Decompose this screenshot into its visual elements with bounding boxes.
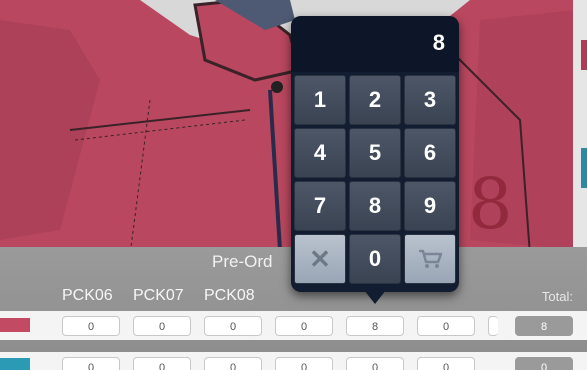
quantity-field[interactable]: 0 (204, 316, 262, 336)
keypad-value: 8 (432, 30, 445, 55)
quantity-field-partial (488, 316, 498, 336)
quantity-field[interactable]: 0 (346, 357, 404, 370)
quantity-field[interactable]: 0 (275, 316, 333, 336)
popover-pointer (364, 290, 386, 304)
quantity-field[interactable]: 0 (133, 316, 191, 336)
column-header-pck07: PCK07 (133, 287, 184, 304)
key-0[interactable]: 0 (349, 234, 401, 284)
cart-icon (419, 249, 443, 268)
keypad-display: 8 (291, 16, 459, 72)
total-label: Total: (541, 289, 573, 304)
quantity-field[interactable]: 0 (62, 316, 120, 336)
svg-text:8: 8 (468, 163, 513, 245)
key-1[interactable]: 1 (294, 75, 346, 125)
key-2[interactable]: 2 (349, 75, 401, 125)
key-4[interactable]: 4 (294, 128, 346, 178)
key-3[interactable]: 3 (404, 75, 456, 125)
column-header-pck06: PCK06 (62, 287, 113, 304)
quantity-field[interactable]: 0 (417, 357, 475, 370)
quantity-field[interactable]: 0 (204, 357, 262, 370)
key-8[interactable]: 8 (349, 181, 401, 231)
clear-key[interactable]: ✕ (294, 234, 346, 284)
quantity-field[interactable]: 0 (133, 357, 191, 370)
row-total: 8 (515, 316, 573, 336)
color-tab-red[interactable] (581, 40, 587, 70)
row-color-swatch (0, 318, 30, 332)
key-6[interactable]: 6 (404, 128, 456, 178)
product-screen: 8 Pre-Ord PCK06 PCK07 PCK08 Total: 0 0 0… (0, 0, 587, 370)
clear-icon: ✕ (309, 243, 331, 274)
numeric-keypad-popover: 8 1 2 3 4 5 6 7 8 9 ✕ 0 (291, 16, 459, 292)
add-to-cart-key[interactable] (404, 234, 456, 284)
column-header-pck08: PCK08 (204, 287, 255, 304)
color-tab-blue[interactable] (581, 148, 587, 188)
quantity-field[interactable]: 0 (62, 357, 120, 370)
key-7[interactable]: 7 (294, 181, 346, 231)
row-total: 0 (515, 357, 573, 370)
quantity-field[interactable]: 0 (417, 316, 475, 336)
preorder-title: Pre-Ord (212, 252, 273, 271)
quantity-field-active[interactable]: 8 (346, 316, 404, 336)
key-5[interactable]: 5 (349, 128, 401, 178)
quantity-field[interactable]: 0 (275, 357, 333, 370)
row-color-swatch (0, 358, 30, 370)
key-9[interactable]: 9 (404, 181, 456, 231)
